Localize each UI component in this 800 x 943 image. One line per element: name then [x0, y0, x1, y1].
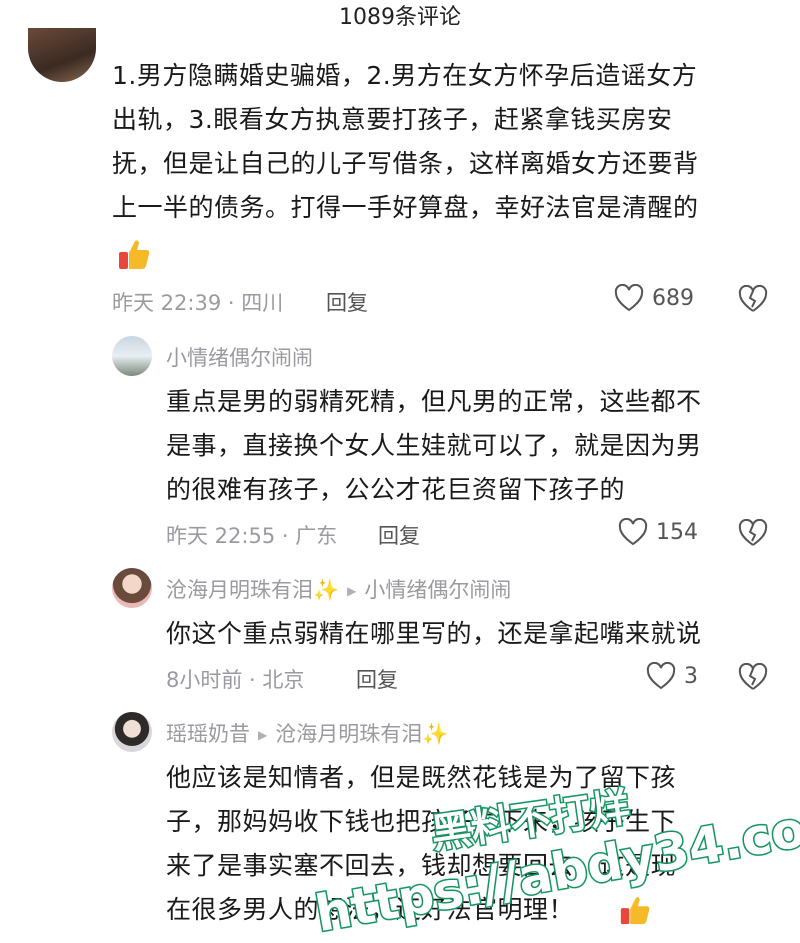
- broken-heart-icon: [738, 518, 768, 546]
- dislike-button[interactable]: [738, 284, 768, 317]
- reply-arrow-icon: ▶: [347, 584, 357, 598]
- comment-text-line: 的很难有孩子，公公才花巨资留下孩子的: [166, 475, 626, 504]
- like-button[interactable]: 3: [646, 662, 698, 690]
- thumbs-up-icon: [116, 236, 152, 276]
- reply-username-line: 沧海月明珠有泪✨ ▶ 小情绪偶尔闹闹: [166, 574, 511, 604]
- like-button[interactable]: 154: [618, 518, 698, 546]
- comment-text-line: 上一半的债务。打得一手好算盘，幸好法官是清醒的: [112, 193, 699, 222]
- avatar[interactable]: [112, 336, 152, 376]
- comment-meta: 8小时前 · 北京: [166, 668, 305, 692]
- heart-icon: [646, 662, 676, 690]
- comments-count-title: 1089条评论: [339, 5, 461, 30]
- reply-to-username[interactable]: 沧海月明珠有泪✨: [275, 722, 448, 746]
- reply-button[interactable]: 回复: [378, 520, 420, 550]
- comment-text-line: 你这个重点弱精在哪里写的，还是拿起嘴来就说: [166, 619, 702, 648]
- reply-button[interactable]: 回复: [356, 664, 398, 694]
- username[interactable]: 瑶瑶奶昔: [166, 722, 250, 746]
- dislike-button[interactable]: [738, 518, 768, 551]
- heart-icon: [614, 284, 644, 312]
- reply-arrow-icon: ▶: [258, 728, 268, 742]
- broken-heart-icon: [738, 662, 768, 690]
- avatar[interactable]: [112, 712, 152, 752]
- avatar[interactable]: [112, 568, 152, 608]
- like-count: 689: [652, 285, 694, 311]
- thumbs-up-icon: [618, 893, 652, 931]
- comment-text-line: 重点是男的弱精死精，但凡男的正常，这些都不: [166, 387, 702, 416]
- comment-meta: 昨天 22:39 · 四川: [112, 291, 284, 315]
- username[interactable]: 小情绪偶尔闹闹: [166, 342, 313, 372]
- comment-text-line: 抚，但是让自己的儿子写借条，这样离婚女方还要背: [112, 149, 699, 178]
- like-count: 154: [656, 519, 698, 545]
- heart-icon: [618, 518, 648, 546]
- comment-text-line: 出轨，3.眼看女方执意要打孩子，赶紧拿钱买房安: [112, 105, 673, 134]
- like-count: 3: [684, 663, 698, 689]
- like-button[interactable]: 689: [614, 284, 694, 312]
- comment-meta: 昨天 22:55 · 广东: [166, 524, 338, 548]
- reply-to-username[interactable]: 小情绪偶尔闹闹: [364, 578, 511, 602]
- reply-username-line: 瑶瑶奶昔 ▶ 沧海月明珠有泪✨: [166, 718, 448, 748]
- avatar[interactable]: [28, 28, 96, 82]
- username[interactable]: 沧海月明珠有泪✨: [166, 578, 339, 602]
- broken-heart-icon: [738, 284, 768, 312]
- comment-text-line: 1.男方隐瞒婚史骗婚，2.男方在女方怀孕后造谣女方: [112, 61, 698, 90]
- dislike-button[interactable]: [738, 662, 768, 695]
- reply-button[interactable]: 回复: [326, 287, 368, 317]
- comment-text-line: 是事，直接换个女人生娃就可以了，就是因为男: [166, 431, 702, 460]
